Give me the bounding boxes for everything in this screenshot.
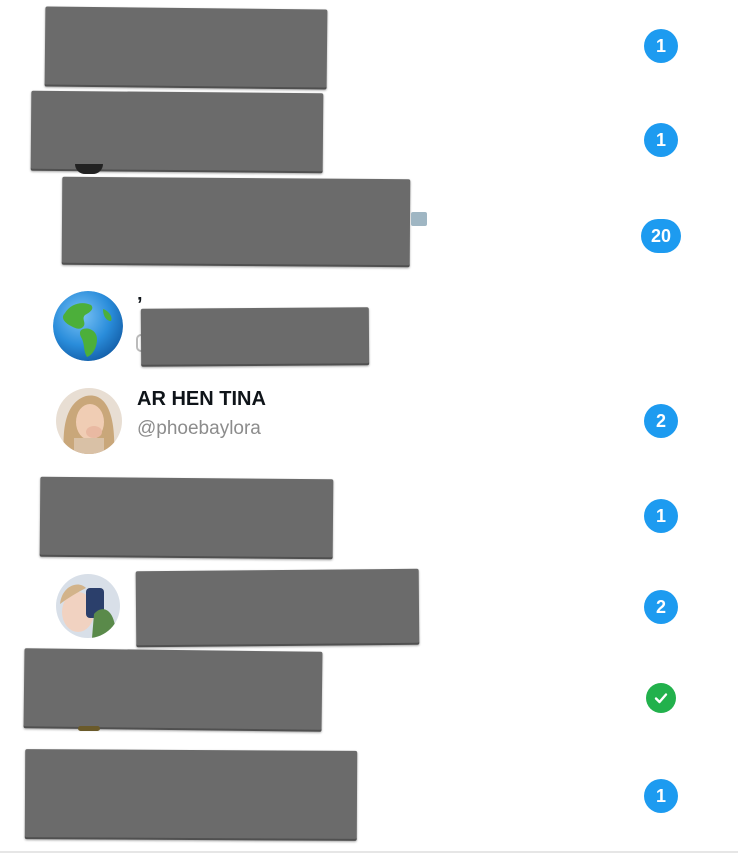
conversation-row[interactable]: 20	[0, 176, 738, 282]
conversation-row[interactable]: 1	[0, 470, 738, 564]
redacted-block	[39, 476, 334, 560]
read-status-badge	[646, 683, 676, 713]
unread-count-badge: 1	[644, 29, 678, 63]
redacted-block	[24, 749, 358, 841]
verified-badge-fragment	[411, 212, 427, 226]
unread-count-badge: 1	[644, 779, 678, 813]
redacted-block	[135, 568, 420, 648]
redacted-block	[23, 648, 323, 732]
globe-avatar	[53, 291, 123, 361]
unread-count-badge: 1	[644, 499, 678, 533]
conversation-row[interactable]: 1	[0, 90, 738, 188]
conversation-row[interactable]	[0, 648, 738, 752]
conversation-row[interactable]: 2	[0, 564, 738, 658]
conversation-row[interactable]: ’	[0, 282, 738, 376]
conversation-row[interactable]: AR HEN TINA @phoebaylora 2	[0, 376, 738, 470]
unread-count-badge: 2	[644, 404, 678, 438]
user-avatar	[56, 574, 120, 638]
redacted-block	[61, 176, 411, 268]
check-icon	[654, 693, 668, 704]
avatar-fragment	[75, 164, 103, 174]
redacted-block	[140, 307, 370, 367]
contact-handle: @phoebaylora	[137, 418, 261, 439]
unread-count-badge: 1	[644, 123, 678, 157]
avatar-fragment	[78, 726, 100, 731]
conversation-row[interactable]: 1	[0, 749, 738, 846]
unread-count-badge: 20	[641, 219, 681, 253]
redacted-block	[44, 6, 328, 90]
user-avatar	[56, 388, 122, 454]
contact-name: AR HEN TINA	[137, 388, 266, 410]
redacted-block	[30, 90, 324, 174]
unread-count-badge: 2	[644, 590, 678, 624]
conversation-row[interactable]: 1	[0, 0, 738, 94]
